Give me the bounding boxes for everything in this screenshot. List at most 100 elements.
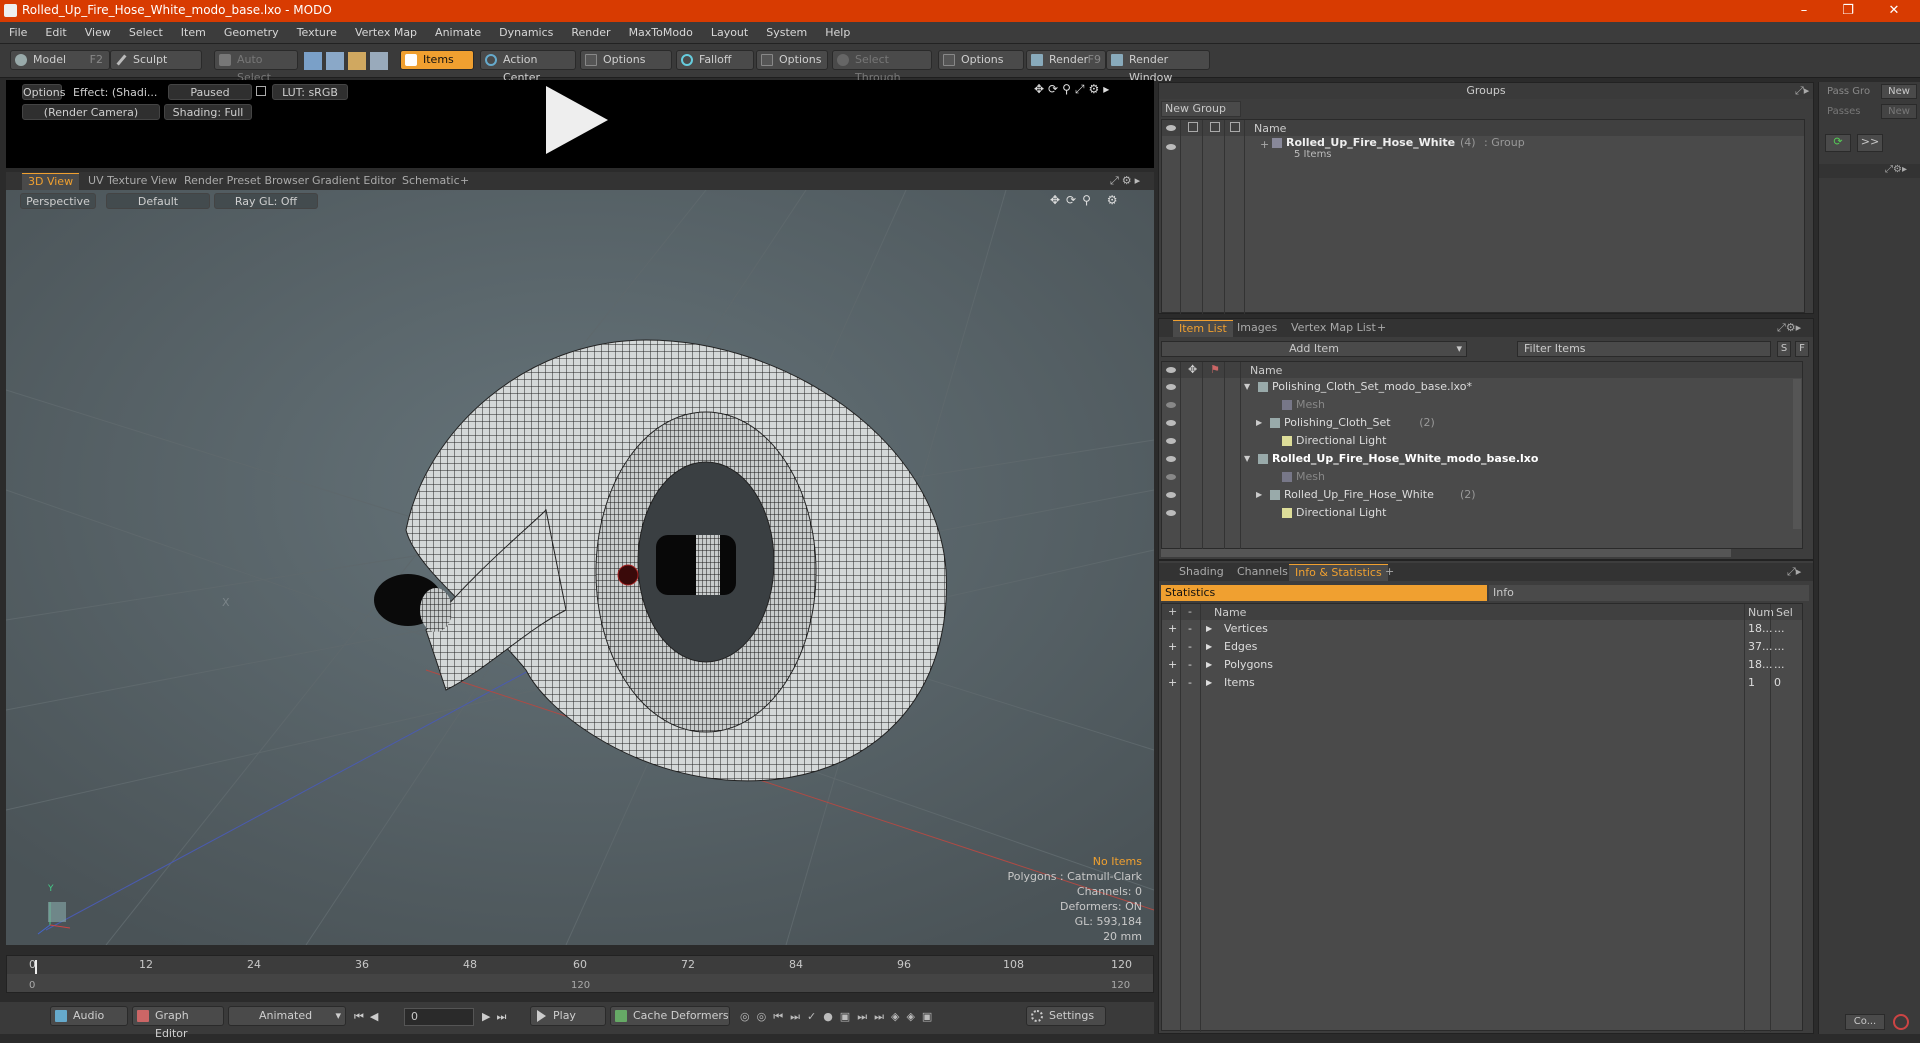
expand-arrow-icon[interactable]: ▶ — [1256, 486, 1262, 504]
playhead[interactable] — [35, 960, 37, 974]
visibility-eye-icon[interactable] — [1166, 456, 1176, 462]
visibility-eye-icon[interactable] — [1166, 420, 1176, 426]
menu-render[interactable]: Render — [562, 22, 619, 43]
cache-deformers-button[interactable]: Cache Deformers — [610, 1006, 730, 1026]
side-panel-icons[interactable]: ⤢⚙▸ — [1819, 164, 1920, 178]
filter-f-button[interactable]: F — [1795, 341, 1809, 357]
polygons-mode-icon[interactable] — [348, 52, 366, 70]
shading-dropdown[interactable]: Shading: Full — [164, 104, 252, 120]
close-button[interactable]: ✕ — [1872, 0, 1916, 22]
timeline[interactable]: 0 12 24 36 48 60 72 84 96 108 120 0 120 … — [6, 955, 1154, 993]
camera-dropdown[interactable]: (Render Camera) — [22, 104, 160, 120]
play-icon[interactable] — [546, 86, 608, 154]
options-button-2[interactable]: Options — [756, 50, 828, 70]
remove-selection-icon[interactable]: - — [1188, 656, 1192, 674]
collapse-all-icon[interactable]: - — [1188, 605, 1192, 618]
new-pass-group-button[interactable]: New — [1881, 84, 1917, 99]
add-selection-icon[interactable]: + — [1168, 620, 1177, 638]
groups-expand-icon[interactable]: ⤢▸ — [1795, 84, 1809, 98]
statistics-tab[interactable]: Statistics — [1161, 585, 1487, 601]
remove-selection-icon[interactable]: - — [1188, 620, 1192, 638]
animated-dropdown[interactable]: Animated ▾ — [228, 1006, 346, 1026]
item-list-corner-icons[interactable]: ⤢⚙▸ — [1777, 321, 1801, 335]
menu-system[interactable]: System — [757, 22, 816, 43]
add-selection-icon[interactable]: + — [1168, 638, 1177, 656]
settings-button[interactable]: Settings — [1026, 1006, 1106, 1026]
info-tab[interactable]: Info — [1489, 585, 1809, 601]
expand-plus-icon[interactable]: + — [1260, 136, 1269, 154]
collapse-arrow-icon[interactable]: ▼ — [1244, 450, 1250, 468]
model-button[interactable]: Model F2 — [10, 50, 110, 70]
tab-3d-view[interactable]: 3D View — [22, 173, 80, 190]
visibility-eye-icon[interactable] — [1166, 384, 1176, 390]
tab-add[interactable]: + — [1379, 564, 1400, 581]
tab-info-statistics[interactable]: Info & Statistics — [1289, 564, 1388, 581]
visibility-eye-icon[interactable] — [1166, 438, 1176, 444]
expand-arrow-icon[interactable]: ▶ — [1206, 638, 1212, 656]
statistics-row[interactable]: + - ▶ Edges 37...... — [1162, 638, 1802, 656]
menu-maxtomodo[interactable]: MaxToModo — [620, 22, 702, 43]
key-tool-icons[interactable]: ◎◎⏮⏭✓●▣⏭⏭◈◈▣ — [740, 1010, 939, 1024]
items-mode-button[interactable]: Items — [400, 50, 474, 70]
select-through-button[interactable]: Select Through — [832, 50, 932, 84]
tab-render-preset-browser[interactable]: Render Preset Browser — [178, 173, 315, 190]
expand-arrow-icon[interactable]: ▶ — [1206, 656, 1212, 674]
3d-viewport[interactable]: Perspective Default Ray GL: Off ✥⟳⚲ ⚙ X … — [6, 190, 1154, 945]
menu-texture[interactable]: Texture — [288, 22, 346, 43]
menu-help[interactable]: Help — [816, 22, 859, 43]
lut-dropdown[interactable]: LUT: sRGB — [272, 84, 348, 100]
visibility-eye-icon[interactable] — [1166, 510, 1176, 516]
tab-gradient-editor[interactable]: Gradient Editor — [306, 173, 402, 190]
collapse-arrow-icon[interactable]: ▼ — [1244, 378, 1250, 396]
refresh-icon[interactable]: ⟳ — [1825, 134, 1851, 152]
item-row[interactable]: Mesh — [1162, 468, 1802, 486]
remove-selection-icon[interactable]: - — [1188, 674, 1192, 692]
play-button[interactable]: Play — [530, 1006, 606, 1026]
menu-animate[interactable]: Animate — [426, 22, 490, 43]
statistics-row[interactable]: + - ▶ Vertices 18...... — [1162, 620, 1802, 638]
minimize-button[interactable]: – — [1782, 0, 1826, 22]
perspective-dropdown[interactable]: Perspective — [20, 193, 96, 209]
menu-dynamics[interactable]: Dynamics — [490, 22, 562, 43]
stop-icon[interactable] — [1893, 1014, 1909, 1030]
skip-back-icons[interactable]: ⏮◀ — [354, 1010, 384, 1024]
more-button[interactable]: >> — [1857, 134, 1883, 152]
menu-vertex-map[interactable]: Vertex Map — [346, 22, 426, 43]
frame-input[interactable]: 0 — [404, 1008, 474, 1026]
tab-shading[interactable]: Shading — [1173, 564, 1230, 581]
item-row[interactable]: ▼ Polishing_Cloth_Set_modo_base.lxo* — [1162, 378, 1802, 396]
ray-gl-toggle[interactable]: Ray GL: Off — [214, 193, 318, 209]
graph-editor-button[interactable]: Graph Editor — [132, 1006, 224, 1040]
command-button[interactable]: Co... — [1845, 1014, 1885, 1030]
item-row[interactable]: Mesh — [1162, 396, 1802, 414]
menu-edit[interactable]: Edit — [36, 22, 75, 43]
tab-uv-texture-view[interactable]: UV Texture View — [82, 173, 183, 190]
tab-item-list[interactable]: Item List — [1173, 320, 1233, 337]
audio-button[interactable]: Audio — [50, 1006, 128, 1026]
options-button-3[interactable]: Options — [938, 50, 1024, 70]
info-corner-icons[interactable]: ⤢▸ — [1787, 565, 1801, 579]
viewport-nav-icons[interactable]: ✥⟳⚲ ⚙ — [1050, 193, 1123, 207]
default-style-dropdown[interactable]: Default — [106, 193, 210, 209]
menu-geometry[interactable]: Geometry — [215, 22, 288, 43]
tab-add[interactable]: + — [1371, 320, 1392, 337]
sculpt-button[interactable]: Sculpt — [110, 50, 202, 70]
item-row[interactable]: Directional Light — [1162, 504, 1802, 522]
render-window-button[interactable]: Render Window — [1106, 50, 1210, 84]
edges-mode-icon[interactable] — [326, 52, 344, 70]
expand-arrow-icon[interactable]: ▶ — [1256, 414, 1262, 432]
auto-select-button[interactable]: Auto Select — [214, 50, 298, 84]
item-row[interactable]: ▼ Rolled_Up_Fire_Hose_White_modo_base.lxo — [1162, 450, 1802, 468]
menu-select[interactable]: Select — [120, 22, 172, 43]
item-list-hscrollbar[interactable] — [1161, 549, 1731, 557]
remove-selection-icon[interactable]: - — [1188, 638, 1192, 656]
item-row[interactable]: ▶ Rolled_Up_Fire_Hose_White (2) — [1162, 486, 1802, 504]
preview-options-button[interactable]: Options — [22, 84, 65, 100]
tab-images[interactable]: Images — [1231, 320, 1283, 337]
preview-nav-icons[interactable]: ✥⟳⚲⤢⚙▸ — [1034, 82, 1113, 97]
action-center-button[interactable]: Action Center — [480, 50, 576, 84]
tab-channels[interactable]: Channels — [1231, 564, 1294, 581]
menu-layout[interactable]: Layout — [702, 22, 757, 43]
add-selection-icon[interactable]: + — [1168, 674, 1177, 692]
statistics-row[interactable]: + - ▶ Items 1 0 — [1162, 674, 1802, 692]
